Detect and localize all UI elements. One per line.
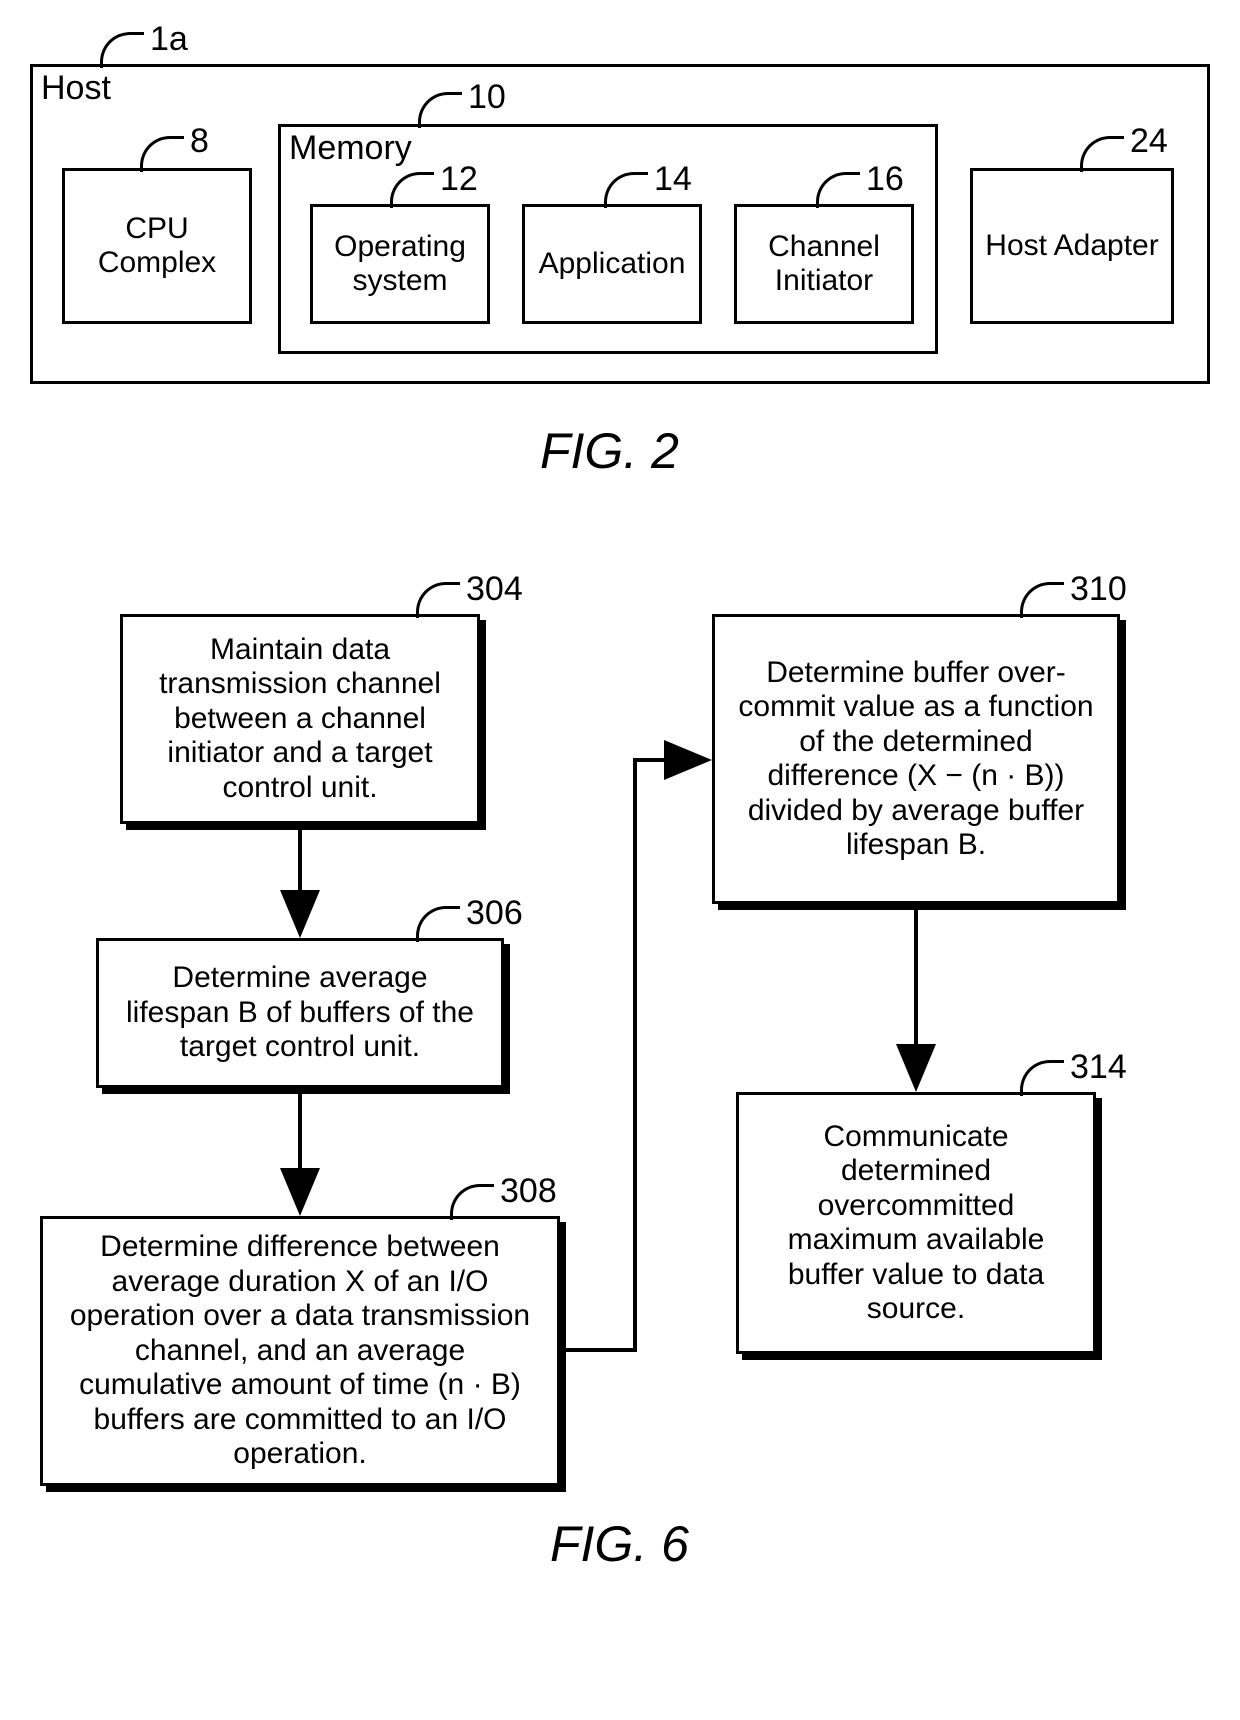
fig6-caption: FIG. 6	[550, 1515, 689, 1573]
page: Host 1a CPU Complex 8 Memory 10 Operatin…	[20, 20, 1220, 1700]
arrows	[20, 20, 1220, 1720]
